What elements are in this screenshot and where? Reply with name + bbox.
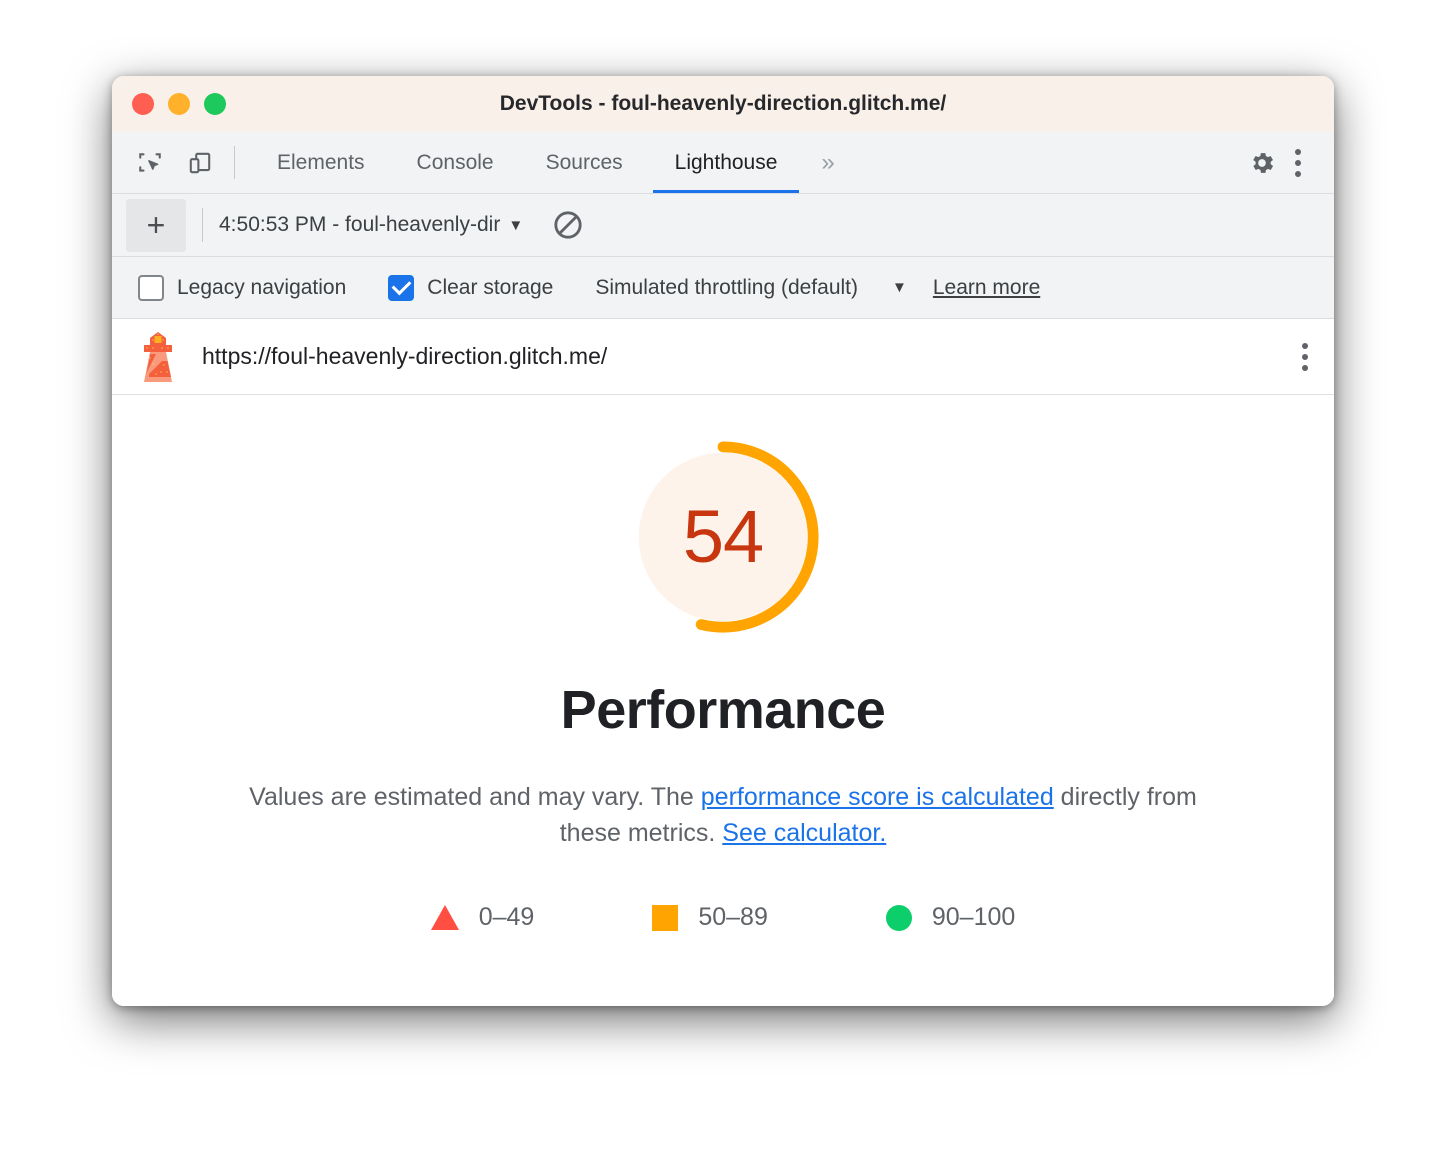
devtools-right-icons [1211,132,1334,193]
report-selector-value: 4:50:53 PM - foul-heavenly-dir [219,213,501,236]
score-legend: 0–49 50–89 90–100 [430,903,1016,932]
performance-score-calculated-link[interactable]: performance score is calculated [701,783,1054,811]
tab-lighthouse[interactable]: Lighthouse [649,132,804,193]
lighthouse-icon [136,331,180,383]
minimize-window-button[interactable] [168,93,190,115]
legend-item-fail: 0–49 [430,903,535,932]
lighthouse-toolbar: + 4:50:53 PM - foul-heavenly-dir ▼ [112,194,1334,257]
tab-sources[interactable]: Sources [520,132,649,193]
window-title: DevTools - foul-heavenly-direction.glitc… [499,92,947,115]
throttling-select[interactable]: Simulated throttling (default) ▼ [595,276,907,300]
report-menu-button[interactable] [1302,342,1308,371]
devtools-left-icons [112,132,218,193]
disclaimer-prefix: Values are estimated and may vary. The [249,783,701,811]
maximize-window-button[interactable] [204,93,226,115]
tabs-overflow-icon[interactable]: » [803,132,852,193]
page-title: Performance [560,680,886,740]
legend-label-fail: 0–49 [478,903,535,931]
performance-score-value: 54 [682,495,764,578]
legacy-navigation-label: Legacy navigation [177,275,347,299]
device-toolbar-icon[interactable] [182,145,218,181]
clear-storage-checkbox[interactable]: Clear storage [388,274,554,301]
more-vertical-icon[interactable] [1280,145,1316,181]
new-report-button[interactable]: + [126,198,186,252]
legend-item-average: 50–89 [652,903,768,932]
report-selector[interactable]: 4:50:53 PM - foul-heavenly-dir ▼ [219,213,523,237]
window-controls [112,93,226,115]
devtools-tabstrip: Elements Console Sources Lighthouse » [112,132,1334,194]
report-url: https://foul-heavenly-direction.glitch.m… [202,343,608,369]
square-icon [652,904,679,931]
tab-elements[interactable]: Elements [251,132,391,193]
throttling-value: Simulated throttling (default) [595,275,858,299]
legend-item-pass: 90–100 [885,903,1016,932]
chevron-down-icon: ▼ [508,216,524,234]
inspect-element-icon[interactable] [132,145,168,181]
clear-storage-label: Clear storage [427,275,554,299]
learn-more-link[interactable]: Learn more [933,276,1040,300]
window-titlebar: DevTools - foul-heavenly-direction.glitc… [112,76,1334,132]
lighthouse-report: 54 Performance Values are estimated and … [112,395,1334,1006]
legacy-navigation-checkbox[interactable]: Legacy navigation [138,274,347,301]
circle-icon [885,904,912,931]
devtools-tabs: Elements Console Sources Lighthouse » [251,132,853,193]
close-window-button[interactable] [132,93,154,115]
chevron-down-icon-throttling: ▼ [892,279,907,296]
lighthouse-settings-row: Legacy navigation Clear storage Simulate… [112,257,1334,319]
triangle-icon [430,905,459,930]
devtools-window: DevTools - foul-heavenly-direction.glitc… [112,76,1334,1006]
checkbox-icon-unchecked [138,274,164,301]
lighthouse-toolbar-divider [202,208,203,242]
checkbox-icon-checked [388,274,415,301]
report-url-row: https://foul-heavenly-direction.glitch.m… [112,319,1334,395]
clear-reports-button[interactable] [551,208,585,242]
see-calculator-link[interactable]: See calculator. [722,819,886,847]
legend-label-pass: 90–100 [931,903,1016,931]
tab-console[interactable]: Console [391,132,520,193]
legend-label-average: 50–89 [698,903,768,931]
performance-score-gauge: 54 [625,439,821,635]
score-disclaimer: Values are estimated and may vary. The p… [223,779,1223,851]
toolbar-divider [234,146,235,179]
gear-icon[interactable] [1244,145,1280,181]
